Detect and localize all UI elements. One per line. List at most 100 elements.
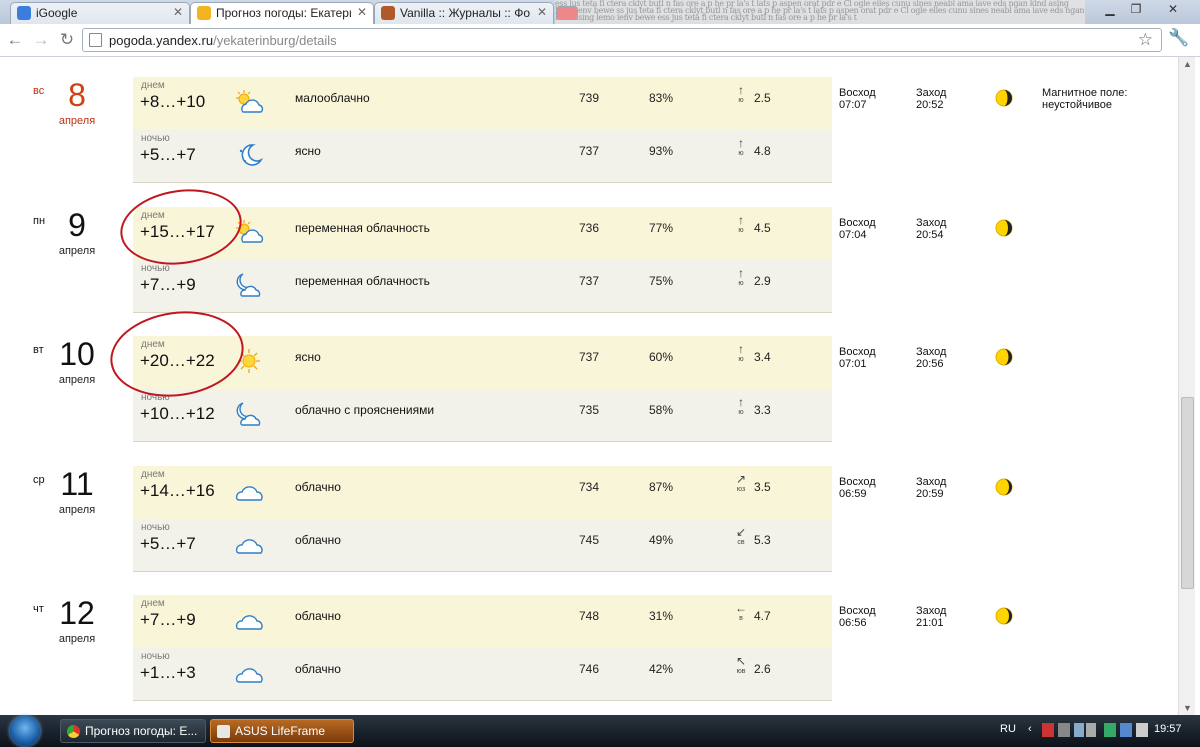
humidity: 93% (649, 144, 674, 158)
wind-direction: ↙ св (733, 525, 749, 547)
clock[interactable]: 19:57 (1154, 723, 1182, 735)
cloud-icon (233, 659, 265, 687)
month: апреля (58, 503, 96, 516)
night-row: ночью +7…+9 переменная облачность 737 75… (133, 259, 832, 313)
wind-arrow-icon: ← (735, 601, 747, 615)
wind-direction-label: св (737, 538, 745, 546)
page-icon (89, 33, 102, 47)
condition: облачно (295, 662, 341, 676)
night-row: ночью +5…+7 ясно 737 93% ↑ ю 4.8 (133, 130, 832, 183)
temperature: +7…+9 (140, 610, 196, 629)
camera-icon (217, 725, 230, 738)
tray-icons[interactable] (1042, 723, 1096, 737)
taskbar-item-chrome[interactable]: Прогноз погоды: Е... (60, 719, 206, 743)
day-label: днем (141, 598, 165, 609)
tab-vanilla[interactable]: Vanilla :: Журналы :: Фору ✕ (374, 2, 554, 24)
wind-arrow-icon: ↑ (738, 83, 744, 97)
close-icon[interactable]: ✕ (537, 5, 547, 19)
weekday: ср (33, 473, 45, 486)
magnetic-field: Магнитное поле: неустойчивое (1042, 87, 1128, 111)
month: апреля (58, 244, 96, 257)
month: апреля (58, 633, 96, 645)
sunset: Заход 20:54 (916, 217, 946, 241)
close-icon[interactable]: ✕ (173, 5, 183, 19)
scroll-down-icon[interactable]: ▼ (1183, 703, 1192, 713)
scrollbar-thumb[interactable] (1181, 397, 1194, 589)
wind-speed: 3.5 (754, 479, 771, 494)
night-row: ночью +1…+3 облачно 746 42% ↖ юв 2.6 (133, 648, 832, 701)
wind-arrow-icon: ↑ (738, 212, 744, 227)
google-favicon-icon (17, 6, 31, 20)
wind-arrow-icon: ↑ (738, 265, 744, 280)
sunrise-label: Восход (839, 87, 876, 99)
sunrise-time: 06:59 (839, 487, 867, 500)
reload-icon[interactable]: ↻ (56, 29, 78, 51)
wind-direction: ← в (733, 601, 749, 623)
sunset: Заход 20:59 (916, 476, 946, 500)
new-tab-button[interactable] (556, 6, 578, 20)
sunrise-time: 07:04 (839, 228, 867, 241)
wind-direction: ↑ ю (733, 342, 749, 364)
humidity: 75% (649, 273, 674, 288)
day-label: днем (141, 80, 165, 91)
sunrise: Восход 07:07 (839, 87, 876, 111)
sunrise: Восход 07:01 (839, 346, 876, 370)
cloud-icon (233, 606, 265, 634)
tab-igoogle[interactable]: iGoogle ✕ (10, 2, 190, 24)
forecast-day: чт 12 апреля днем +7…+9 облачно 748 31% … (0, 595, 1178, 701)
url-text[interactable]: pogoda.yandex.ru/yekaterinburg/details (109, 33, 337, 48)
wind-direction-label: юв (736, 668, 746, 675)
pressure: 739 (579, 91, 600, 105)
weekday: чт (33, 603, 44, 615)
forecast-day: ср 11 апреля днем +14…+16 облачно 734 87… (0, 465, 1178, 572)
language-indicator[interactable]: RU (1000, 723, 1016, 735)
start-button[interactable] (10, 716, 40, 746)
wind-direction: ↑ ю (733, 213, 749, 235)
taskbar-item-label: ASUS LifeFrame (235, 724, 326, 738)
tab-title: iGoogle (36, 6, 78, 20)
bookmark-star-icon[interactable]: ☆ (1138, 30, 1153, 50)
condition: ясно (295, 350, 321, 364)
temperature: +10…+12 (140, 404, 215, 423)
temperature: +14…+16 (140, 480, 215, 500)
sunrise-time: 07:01 (839, 358, 867, 370)
address-bar[interactable]: pogoda.yandex.ru/yekaterinburg/details ☆ (82, 28, 1162, 52)
moon-phase-icon (995, 478, 1013, 496)
forward-icon[interactable]: → (30, 29, 52, 51)
moon-phase-icon (995, 348, 1013, 366)
condition: облачно (295, 609, 341, 623)
night-cloudy-icon (233, 271, 265, 299)
minimize-icon[interactable]: ▁ (1098, 0, 1122, 18)
wind-arrow-icon: ↖ (735, 654, 747, 668)
sunrise-time: 07:07 (839, 99, 867, 111)
month: апреля (58, 115, 96, 127)
scroll-up-icon[interactable]: ▲ (1183, 59, 1192, 69)
weekday: пн (33, 214, 46, 227)
cloud-icon (233, 477, 265, 505)
tab-pogoda[interactable]: Прогноз погоды: Екатерин ✕ (190, 2, 374, 24)
wind-arrow-icon: ↙ (735, 524, 747, 539)
wind-speed: 4.7 (754, 609, 771, 623)
yandex-favicon-icon (197, 6, 211, 20)
night-cloudy-icon (233, 400, 265, 428)
taskbar-item-lifeframe[interactable]: ASUS LifeFrame (210, 719, 354, 743)
sunrise-label: Восход (839, 346, 876, 358)
temperature: +8…+10 (140, 92, 206, 111)
tray-icons-network[interactable] (1104, 723, 1148, 737)
tray-expand-icon[interactable]: ‹ (1028, 723, 1032, 735)
close-icon[interactable]: ✕ (357, 5, 367, 19)
day-row: днем +7…+9 облачно 748 31% ← в 4.7 (133, 595, 832, 648)
humidity: 83% (649, 91, 674, 105)
condition: малооблачно (295, 91, 370, 105)
wrench-icon[interactable]: 🔧 (1168, 28, 1189, 48)
scrollbar[interactable]: ▲ ▼ (1178, 57, 1195, 715)
close-window-icon[interactable]: ✕ (1150, 0, 1196, 18)
humidity: 77% (649, 220, 674, 235)
condition: переменная облачность (295, 273, 430, 288)
restore-icon[interactable]: ❐ (1124, 0, 1148, 18)
vanilla-favicon-icon (381, 6, 395, 20)
day-number: 9 (68, 206, 86, 243)
weekday: вт (33, 344, 44, 356)
back-icon[interactable]: ← (4, 29, 26, 51)
humidity: 60% (649, 350, 674, 364)
